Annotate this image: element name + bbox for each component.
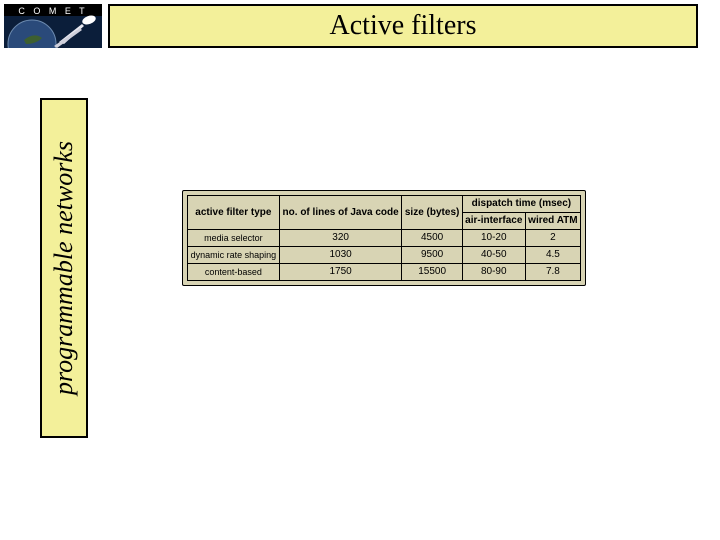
filters-table-container: active filter type no. of lines of Java … <box>182 190 586 286</box>
cell-atm: 7.8 <box>525 264 580 281</box>
sidebar-banner: programmable networks <box>40 98 88 438</box>
cell-air: 40-50 <box>462 247 525 264</box>
table-row: media selector 320 4500 10-20 2 <box>188 230 581 247</box>
cell-bytes: 15500 <box>402 264 462 281</box>
cell-atm: 4.5 <box>525 247 580 264</box>
table-row: content-based 1750 15500 80-90 7.8 <box>188 264 581 281</box>
cell-air: 80-90 <box>462 264 525 281</box>
cell-lines: 1750 <box>279 264 402 281</box>
sidebar-label: programmable networks <box>49 141 79 395</box>
cell-bytes: 9500 <box>402 247 462 264</box>
col-size: size (bytes) <box>402 196 462 230</box>
cell-lines: 1030 <box>279 247 402 264</box>
cell-label: media selector <box>188 230 280 247</box>
cell-bytes: 4500 <box>402 230 462 247</box>
cell-label: dynamic rate shaping <box>188 247 280 264</box>
cell-air: 10-20 <box>462 230 525 247</box>
col-atm: wired ATM <box>525 213 580 230</box>
cell-atm: 2 <box>525 230 580 247</box>
title-banner: Active filters <box>108 4 698 48</box>
comet-logo: C O M E T <box>4 4 102 48</box>
page-title: Active filters <box>330 10 477 42</box>
col-air: air-interface <box>462 213 525 230</box>
table-row: dynamic rate shaping 1030 9500 40-50 4.5 <box>188 247 581 264</box>
col-filter-type: active filter type <box>188 196 280 230</box>
col-lines: no. of lines of Java code <box>279 196 402 230</box>
col-dispatch: dispatch time (msec) <box>462 196 580 213</box>
filters-table: active filter type no. of lines of Java … <box>187 195 581 281</box>
cell-lines: 320 <box>279 230 402 247</box>
cell-label: content-based <box>188 264 280 281</box>
logo-text: C O M E T <box>18 6 87 16</box>
